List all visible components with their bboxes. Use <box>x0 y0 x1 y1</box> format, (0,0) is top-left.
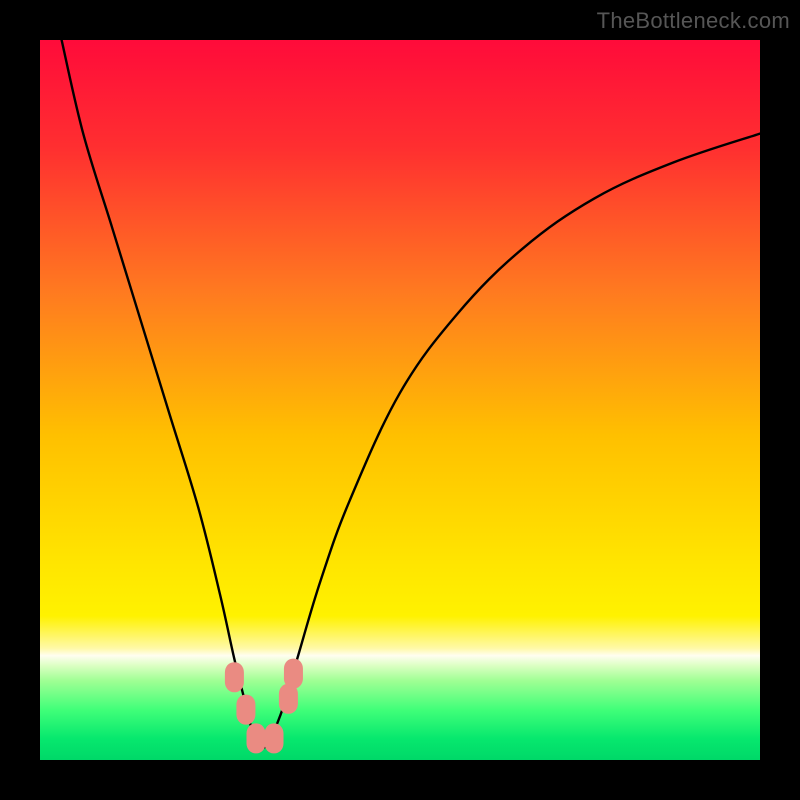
markers-group <box>225 659 303 754</box>
data-marker <box>284 659 303 689</box>
data-marker <box>247 723 266 753</box>
data-marker <box>265 723 284 753</box>
plot-area <box>40 40 760 760</box>
watermark-text: TheBottleneck.com <box>597 8 790 34</box>
curve-layer <box>40 40 760 760</box>
data-marker <box>225 662 244 692</box>
data-marker <box>236 695 255 725</box>
bottleneck-curve <box>62 40 760 748</box>
chart-frame: TheBottleneck.com <box>0 0 800 800</box>
